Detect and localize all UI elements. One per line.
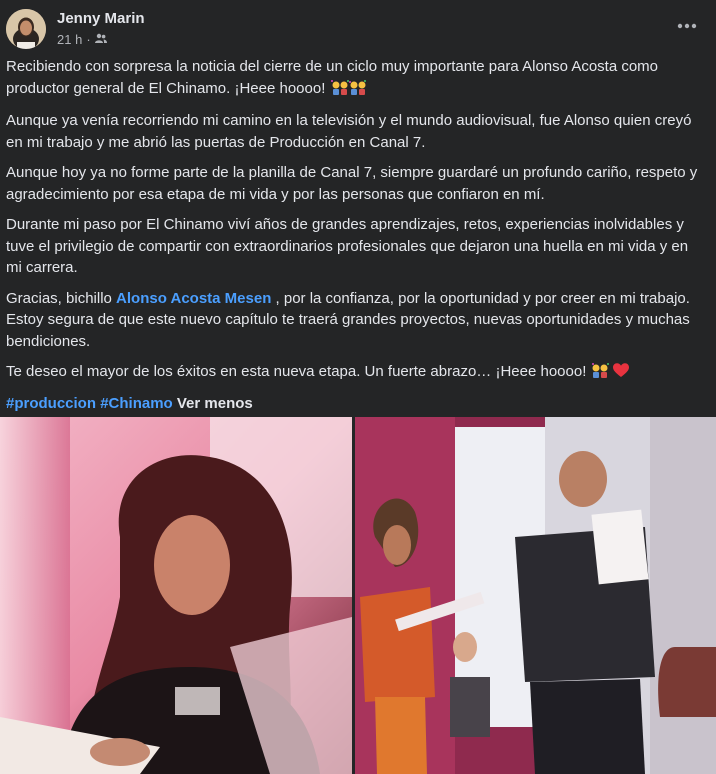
- hashtag-produccion[interactable]: #produccion: [6, 395, 96, 412]
- red-heart-emoji: [612, 363, 629, 385]
- meta-separator: ·: [86, 32, 91, 47]
- post-photo-left[interactable]: [0, 417, 352, 774]
- paragraph-1: Recibiendo con sorpresa la noticia del c…: [6, 56, 706, 101]
- post-text: Recibiendo con sorpresa la noticia del c…: [6, 56, 706, 414]
- paragraph-5: Gracias, bichillo Alonso Acosta Mesen , …: [6, 288, 706, 353]
- paragraph-6: Te deseo el mayor de los éxitos en esta …: [6, 361, 706, 385]
- facebook-post: Jenny Marin 21 h · Recibiendo con sorpre…: [0, 0, 716, 774]
- paragraph-6-text: Te deseo el mayor de los éxitos en esta …: [6, 363, 587, 380]
- paragraph-3: Aunque hoy ya no forme parte de la plani…: [6, 164, 698, 203]
- see-less-link[interactable]: Ver menos: [177, 395, 253, 412]
- more-options-button[interactable]: [672, 14, 702, 38]
- paragraph-4: Durante mi paso por El Chinamo viví años…: [6, 216, 689, 276]
- post-photo-right[interactable]: [355, 417, 716, 774]
- post-time[interactable]: 21 h: [57, 32, 82, 47]
- author-avatar[interactable]: [6, 9, 46, 49]
- paragraph-2: Aunque ya venía recorriendo mi camino en…: [6, 112, 692, 151]
- confetti-people-emoji: [330, 79, 366, 102]
- author-name[interactable]: Jenny Marin: [57, 10, 145, 27]
- post-meta: 21 h ·: [57, 32, 107, 47]
- hashtag-chinamo[interactable]: #Chinamo: [100, 395, 173, 412]
- confetti-people-emoji: [591, 362, 609, 385]
- hashtag-row: #produccion #Chinamo Ver menos: [6, 393, 706, 415]
- paragraph-5-before: Gracias, bichillo: [6, 289, 112, 307]
- more-horizontal-icon: [677, 23, 697, 29]
- friends-icon[interactable]: [94, 32, 107, 47]
- mention-link[interactable]: Alonso Acosta Mesen: [116, 290, 271, 307]
